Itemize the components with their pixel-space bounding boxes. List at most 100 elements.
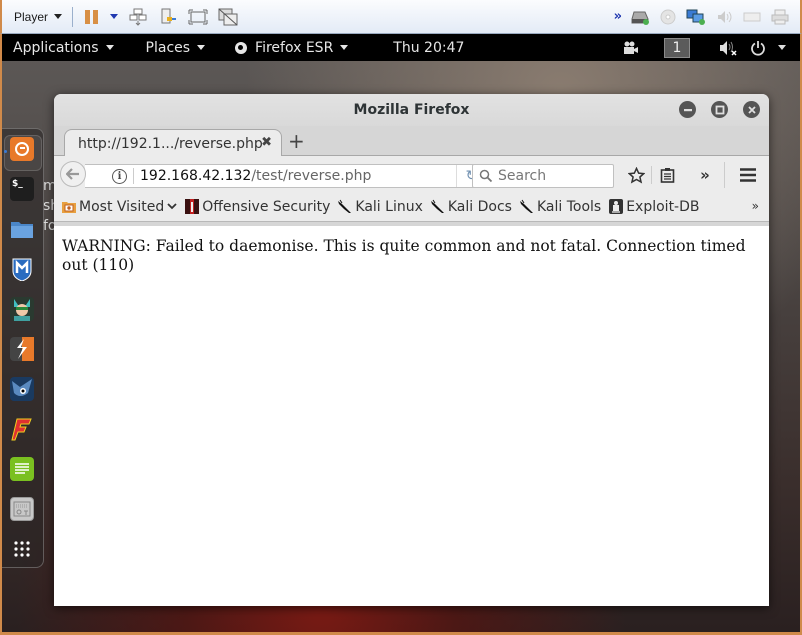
removable-devices-button[interactable] bbox=[158, 8, 178, 26]
minimize-icon bbox=[683, 108, 692, 111]
fullscreen-button[interactable] bbox=[188, 8, 208, 26]
chevron-down-icon bbox=[340, 45, 349, 50]
dock-burpsuite-icon[interactable] bbox=[10, 337, 34, 361]
usb-controller-icon[interactable] bbox=[742, 9, 762, 25]
divider bbox=[133, 168, 134, 184]
dock-faraday-icon[interactable] bbox=[10, 417, 34, 441]
sound-card-icon[interactable] bbox=[714, 9, 734, 25]
bookmark-most-visited[interactable]: Most Visited bbox=[62, 199, 177, 215]
minimize-button[interactable] bbox=[679, 101, 696, 118]
tab-reverse-php[interactable]: http://192.1.../reverse.php ✖ bbox=[64, 129, 282, 157]
pause-dropdown-icon[interactable] bbox=[110, 14, 119, 19]
clipboard-list-icon bbox=[660, 168, 674, 183]
hard-disk-icon[interactable] bbox=[630, 9, 650, 25]
system-menu-chevron-icon[interactable] bbox=[778, 45, 786, 50]
bookmark-offensive-security[interactable]: Offensive Security bbox=[185, 199, 330, 215]
applications-menu[interactable]: Applications bbox=[13, 40, 114, 56]
applications-label: Applications bbox=[13, 39, 99, 56]
player-menu-label: Player bbox=[14, 9, 49, 24]
bookmark-kali-tools[interactable]: Kali Tools bbox=[519, 199, 601, 215]
bookmark-kali-docs[interactable]: Kali Docs bbox=[430, 198, 512, 215]
divider bbox=[651, 166, 652, 184]
dock-firefox-icon[interactable] bbox=[10, 137, 34, 161]
site-info-icon[interactable]: i bbox=[112, 168, 127, 184]
chevron-down-icon bbox=[54, 14, 63, 19]
back-arrow-icon bbox=[66, 168, 79, 180]
bookmark-label: Kali Docs bbox=[447, 198, 512, 215]
search-input[interactable]: Search bbox=[472, 164, 614, 188]
firefox-window: Mozilla Firefox http://192.1.../reverse.… bbox=[54, 94, 769, 606]
firefox-icon bbox=[235, 41, 248, 54]
printer-icon[interactable] bbox=[770, 9, 790, 25]
app-menu-label: Firefox ESR bbox=[255, 39, 334, 56]
bookmark-label: Offensive Security bbox=[202, 198, 331, 215]
warning-message: WARNING: Failed to daemonise. This is qu… bbox=[62, 237, 746, 274]
dock-cherrytree-icon[interactable] bbox=[10, 497, 34, 521]
bookmark-exploit-db[interactable]: Exploit-DB bbox=[609, 198, 700, 215]
window-title: Mozilla Firefox bbox=[353, 102, 470, 118]
reading-list-button[interactable] bbox=[657, 164, 677, 186]
exploitdb-icon bbox=[609, 199, 624, 214]
chevron-down-icon bbox=[167, 203, 177, 210]
player-menu[interactable]: Player bbox=[14, 9, 63, 24]
app-menu[interactable]: Firefox ESR bbox=[235, 39, 349, 56]
send-ctrl-alt-del-icon bbox=[129, 8, 147, 26]
star-icon bbox=[627, 166, 645, 184]
maximize-icon bbox=[715, 105, 724, 114]
bookmarks-overflow-icon[interactable]: » bbox=[752, 199, 759, 213]
volume-muted-icon[interactable] bbox=[718, 40, 738, 56]
video-camera-icon[interactable] bbox=[621, 41, 639, 55]
new-tab-button[interactable]: + bbox=[288, 129, 305, 153]
dock-terminal-icon[interactable]: $_ bbox=[10, 177, 34, 201]
dash-dock: $_ bbox=[2, 128, 44, 568]
close-window-button[interactable] bbox=[743, 101, 760, 118]
bookmark-kali-linux[interactable]: Kali Linux bbox=[338, 198, 423, 215]
cd-dvd-icon[interactable] bbox=[658, 9, 678, 25]
back-button[interactable] bbox=[60, 161, 86, 187]
url-host: 192.168.42.132 bbox=[140, 168, 252, 184]
power-icon[interactable] bbox=[750, 40, 766, 56]
dock-files-icon[interactable] bbox=[10, 217, 34, 241]
overflow-menu-icon[interactable]: » bbox=[695, 164, 715, 186]
window-titlebar[interactable]: Mozilla Firefox bbox=[54, 94, 769, 126]
network-adapter-icon[interactable] bbox=[686, 9, 706, 25]
kali-dragon-icon bbox=[430, 199, 444, 213]
chevron-down-icon bbox=[105, 45, 114, 50]
hamburger-menu-icon bbox=[740, 168, 756, 182]
workspace-indicator[interactable]: 1 bbox=[664, 37, 690, 58]
dock-metasploit-icon[interactable] bbox=[10, 257, 34, 281]
unity-button[interactable] bbox=[218, 8, 238, 26]
dock-armitage-icon[interactable] bbox=[10, 297, 34, 321]
offsec-icon bbox=[185, 199, 200, 214]
fullscreen-icon bbox=[188, 9, 208, 24]
divider bbox=[72, 6, 74, 27]
dock-leafpad-icon[interactable] bbox=[10, 457, 34, 481]
divider bbox=[724, 162, 725, 188]
maximize-button[interactable] bbox=[711, 101, 728, 118]
close-tab-icon[interactable]: ✖ bbox=[261, 135, 272, 150]
places-label: Places bbox=[145, 39, 191, 56]
tab-strip: http://192.1.../reverse.php ✖ + bbox=[54, 126, 769, 157]
bookmark-label: Most Visited bbox=[79, 198, 165, 215]
hamburger-menu-button[interactable] bbox=[737, 164, 759, 186]
dock-maltego-icon[interactable] bbox=[10, 377, 34, 401]
send-ctrl-alt-del-button[interactable] bbox=[128, 8, 148, 26]
search-placeholder: Search bbox=[498, 168, 547, 184]
tab-title: http://192.1.../reverse.php bbox=[78, 135, 263, 152]
kali-dragon-icon bbox=[519, 199, 533, 213]
bookmarks-toolbar: Most Visited Offensive Security Kali Lin… bbox=[54, 192, 769, 222]
close-icon bbox=[747, 105, 756, 114]
kali-dragon-icon bbox=[338, 199, 352, 213]
more-devices-icon[interactable]: » bbox=[614, 9, 622, 24]
bookmark-star-button[interactable] bbox=[626, 164, 646, 186]
removable-devices-icon bbox=[161, 8, 177, 23]
running-indicator bbox=[4, 150, 7, 153]
navigation-toolbar: i 192.168.42.132/test/reverse.php ↻ Sear… bbox=[54, 156, 769, 192]
show-applications-grid-icon[interactable] bbox=[10, 537, 34, 561]
pause-button[interactable] bbox=[85, 9, 99, 24]
bookmark-label: Exploit-DB bbox=[626, 198, 700, 215]
places-menu[interactable]: Places bbox=[146, 40, 206, 56]
bookmark-label: Kali Linux bbox=[355, 198, 423, 215]
clock[interactable]: Thu 20:47 bbox=[393, 40, 464, 56]
url-bar[interactable]: i 192.168.42.132/test/reverse.php ↻ bbox=[85, 164, 487, 188]
